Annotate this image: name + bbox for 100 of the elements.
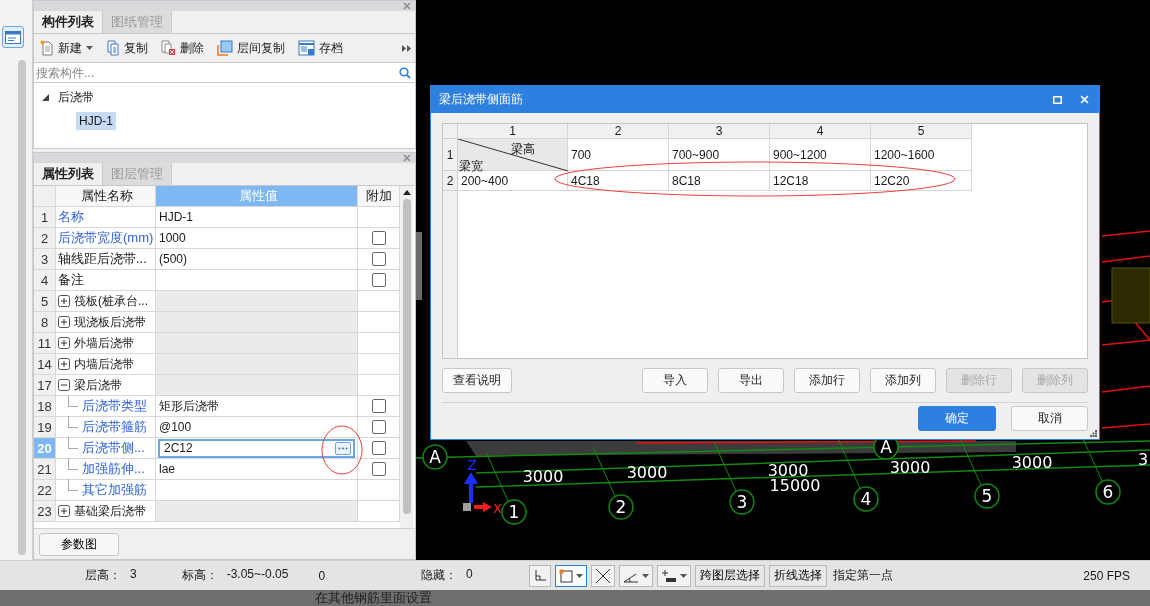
action-button[interactable]: 导入 — [642, 368, 708, 393]
row-number: 5 — [34, 291, 56, 311]
action-button[interactable]: 添加行 — [794, 368, 860, 393]
property-name: 其它加强筋 — [82, 481, 147, 499]
row-number: 11 — [34, 333, 56, 353]
property-value: (500) — [156, 249, 358, 269]
value-field[interactable]: 2C12 — [158, 438, 355, 458]
dialog-title: 梁后浇带侧面筋 — [439, 91, 524, 108]
row-number: 21 — [34, 459, 56, 479]
grid-cell[interactable]: 8C18 — [669, 171, 770, 191]
dimension-label: 3000 — [626, 463, 668, 482]
tree-item[interactable]: HJD-1 — [76, 112, 116, 130]
search-field[interactable]: 搜索构件... — [34, 63, 415, 83]
corner-label: 梁高 — [511, 141, 535, 158]
property-name: 后浇带侧... — [82, 439, 145, 457]
column-header: 5 — [871, 124, 972, 139]
row-number: 23 — [34, 501, 56, 521]
group-name: 外墙后浇带 — [74, 334, 134, 352]
column-header: 1 — [458, 124, 568, 139]
row-number: 8 — [34, 312, 56, 332]
row-number: 1 — [34, 207, 56, 227]
toolbar-button[interactable]: 层间复制 — [215, 39, 287, 57]
property-value: 矩形后浇带 — [156, 396, 358, 416]
group-name: 基础梁后浇带 — [74, 502, 146, 520]
property-value: 1000 — [156, 228, 358, 248]
diagram-button[interactable]: 参数图 — [39, 532, 119, 556]
tree-item[interactable]: 后浇带 — [55, 87, 97, 108]
axis-label: 5 — [981, 486, 993, 506]
group-name: 筏板(桩承台... — [74, 292, 148, 310]
toolbar-button[interactable]: 新建 — [38, 39, 95, 57]
column-header: 属性值 — [156, 186, 358, 206]
group-name: 内墙后浇带 — [74, 355, 134, 373]
property-value: @100 — [156, 417, 358, 437]
property-name: 后浇带箍筋 — [82, 418, 147, 436]
fps-counter: 250 FPS — [1083, 568, 1130, 583]
selection-mode-button[interactable]: 折线选择 — [768, 564, 827, 587]
property-name: 加强筋伸... — [82, 460, 145, 478]
axis-label: A — [880, 437, 892, 457]
axis-label: 1 — [508, 502, 520, 522]
dimension-label: 3000 — [1011, 453, 1053, 472]
row-number: 3 — [34, 249, 56, 269]
status-label: 标高： — [181, 567, 218, 584]
grid-cell[interactable]: 700 — [568, 139, 669, 171]
property-value: HJD-1 — [156, 207, 358, 227]
row-number: 14 — [34, 354, 56, 374]
row-number: 19 — [34, 417, 56, 437]
row-header: 2 — [443, 171, 457, 191]
ok-button[interactable]: 确定 — [918, 406, 996, 431]
group-name: 现浇板后浇带 — [74, 313, 146, 331]
row-number: 20 — [34, 438, 56, 458]
axis-label: 4 — [860, 489, 872, 509]
command-prompt: 指定第一点 — [832, 567, 893, 584]
axis-label: 6 — [1102, 482, 1114, 502]
status-value: 3 — [130, 567, 137, 583]
property-name: 后浇带类型 — [82, 397, 147, 415]
axis-label: 3 — [736, 492, 748, 512]
row-number: 4 — [34, 270, 56, 290]
status-value: -3.05~-0.05 — [226, 567, 289, 583]
caption-text: 在其他钢筋里面设置 — [315, 590, 432, 606]
cancel-button[interactable]: 取消 — [1011, 406, 1088, 431]
axis-label: A — [429, 447, 441, 467]
selection-mode-button[interactable]: 跨图层选择 — [694, 564, 765, 587]
status-value: 0 — [466, 567, 473, 583]
column-header: 4 — [770, 124, 871, 139]
grid-cell[interactable]: 12C18 — [770, 171, 871, 191]
property-name: 后浇带宽度(mm) — [58, 229, 154, 247]
column-header: 属性名称 — [56, 186, 156, 206]
row-number: 18 — [34, 396, 56, 416]
help-button[interactable]: 查看说明 — [442, 368, 512, 393]
axis-label: Z — [467, 457, 477, 473]
status-value: 0 — [318, 568, 326, 583]
dimension-label: 3000 — [522, 467, 564, 486]
grid-cell[interactable]: 4C18 — [568, 171, 669, 191]
dimension-label: 3000 — [889, 458, 931, 477]
column-header: 附加 — [358, 186, 400, 206]
grid-cell[interactable]: 12C20 — [871, 171, 972, 191]
column-header: 3 — [669, 124, 770, 139]
grid-cell[interactable]: 200~400 — [458, 171, 568, 191]
property-value: lae — [156, 459, 358, 479]
action-button[interactable]: 导出 — [718, 368, 784, 393]
axis-label: 2 — [615, 497, 627, 517]
toolbar-button[interactable]: 复制 — [104, 39, 150, 57]
group-name: 梁后浇带 — [74, 376, 122, 394]
property-name: 名称 — [58, 208, 84, 226]
status-label: 隐藏： — [421, 567, 458, 584]
toolbar-button[interactable]: 存档 — [296, 39, 345, 57]
row-number: 2 — [34, 228, 56, 248]
row-header: 1 — [443, 139, 457, 171]
grid-cell[interactable]: 1200~1600 — [871, 139, 972, 171]
grid-cell[interactable]: 900~1200 — [770, 139, 871, 171]
row-number: 17 — [34, 375, 56, 395]
grid-cell[interactable]: 700~900 — [669, 139, 770, 171]
action-button[interactable]: 添加列 — [870, 368, 936, 393]
axis-label: X — [493, 501, 502, 516]
dimension-label: 3 — [1138, 450, 1149, 469]
column-header: 2 — [568, 124, 669, 139]
status-label: 层高： — [85, 567, 121, 584]
toolbar-button[interactable]: 删除 — [159, 39, 206, 57]
property-name: 备注 — [58, 271, 84, 289]
search-input[interactable]: 搜索构件... — [36, 65, 399, 80]
